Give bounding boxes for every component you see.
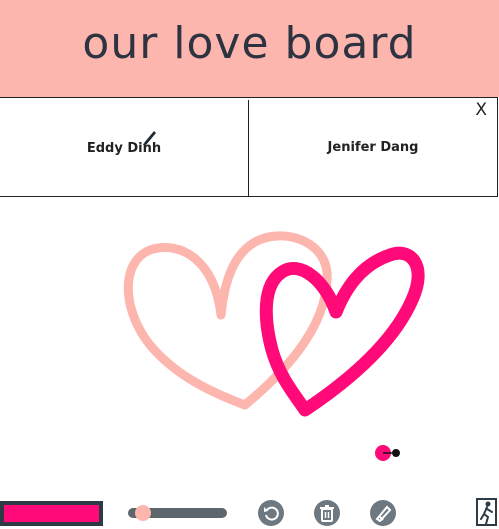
exit-icon[interactable]: [476, 498, 497, 526]
right-heart-stroke: [259, 246, 425, 417]
left-heart-stroke: [123, 231, 332, 410]
eraser-button[interactable]: [370, 500, 396, 526]
app-header: our love board: [0, 0, 499, 97]
undo-icon: [264, 506, 279, 521]
eraser-pencil-icon: [375, 505, 392, 522]
trash-icon: [320, 505, 334, 522]
brush-size-handle[interactable]: [134, 505, 151, 521]
clear-button[interactable]: [314, 500, 340, 526]
close-button[interactable]: X: [475, 102, 487, 119]
drawing-canvas[interactable]: [0, 198, 499, 498]
player-card-2: Jenifer Dang: [249, 98, 497, 196]
pen-icon: [143, 131, 156, 145]
undo-button[interactable]: [258, 500, 284, 526]
color-picker-button[interactable]: [0, 501, 103, 526]
player-card-1: Eddy Dinh: [0, 100, 249, 196]
players-bar: Eddy Dinh Jenifer Dang X: [0, 97, 498, 197]
current-color-swatch: [4, 505, 99, 522]
board-title: our love board: [82, 18, 417, 69]
player-name-2: Jenifer Dang: [327, 139, 419, 155]
